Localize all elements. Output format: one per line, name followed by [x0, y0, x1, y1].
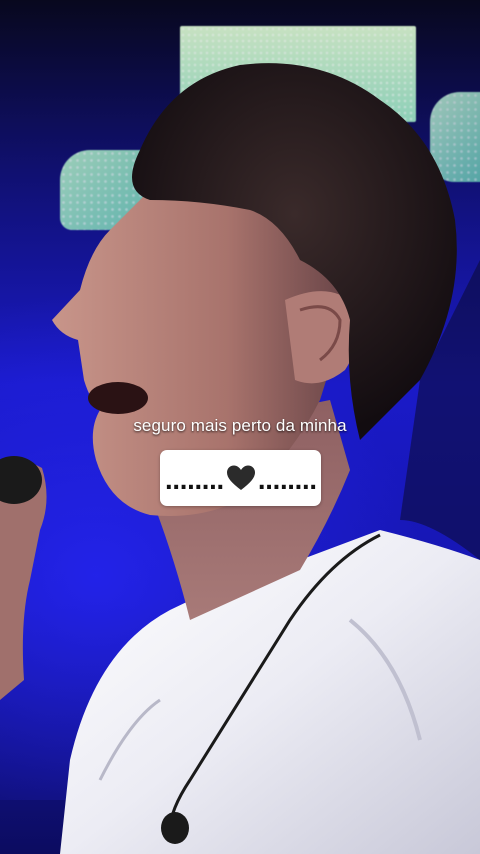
open-mouth [88, 382, 148, 414]
video-frame: seguro mais perto da minha ........ ....… [0, 0, 480, 854]
left-dots: ........ [164, 469, 225, 495]
lyric-sticker: ........ ........ [160, 450, 321, 506]
right-dots: ........ [257, 469, 318, 495]
black-heart-icon [226, 465, 255, 490]
lyric-caption: seguro mais perto da minha [133, 416, 347, 435]
